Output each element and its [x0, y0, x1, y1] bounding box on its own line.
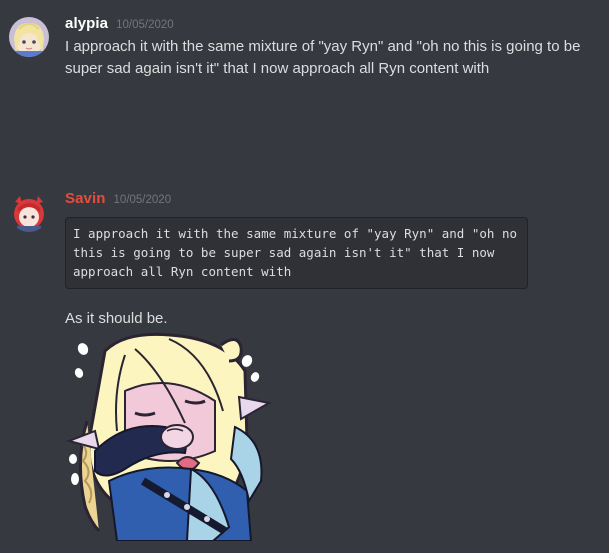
code-block: I approach it with the same mixture of "…	[65, 217, 528, 289]
timestamp: 10/05/2020	[116, 19, 174, 31]
timestamp: 10/05/2020	[113, 194, 172, 206]
message-alypia: alypia 10/05/2020 I approach it with the…	[0, 0, 609, 120]
user-avatar-savin[interactable]	[9, 192, 49, 232]
message-text: I approach it with the same mixture of "…	[65, 38, 581, 77]
crying-anime-character-sticker-icon	[65, 332, 272, 542]
message-text: As it should be.	[65, 310, 168, 327]
username[interactable]: alypia	[65, 15, 108, 32]
red-haired-character-avatar-icon	[9, 192, 49, 232]
attached-image[interactable]	[65, 331, 275, 542]
user-avatar-alypia[interactable]	[9, 17, 49, 57]
username[interactable]: Savin	[65, 190, 106, 207]
blonde-character-avatar-icon	[9, 17, 49, 57]
